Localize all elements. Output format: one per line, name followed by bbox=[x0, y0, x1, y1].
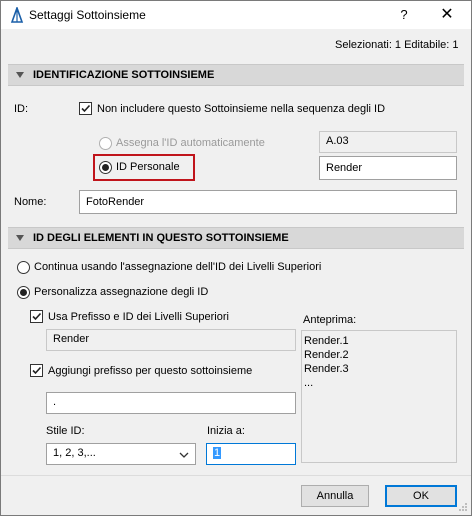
continue-parent-id-radio[interactable] bbox=[17, 261, 30, 274]
preview-line: Render.2 bbox=[304, 349, 349, 361]
preview-line: Render.3 bbox=[304, 363, 349, 375]
name-input[interactable]: FotoRender bbox=[79, 190, 457, 214]
collapse-triangle-icon bbox=[16, 72, 24, 78]
checkmark-icon bbox=[32, 366, 42, 375]
auto-id-label: Assegna l'ID automaticamente bbox=[116, 137, 265, 149]
window-title: Settaggi Sottoinsieme bbox=[29, 8, 146, 22]
collapse-triangle-icon bbox=[16, 235, 24, 241]
start-at-input[interactable]: 1 bbox=[206, 443, 296, 465]
auto-id-field: A.03 bbox=[319, 131, 457, 153]
section-title: IDENTIFICAZIONE SOTTOINSIEME bbox=[33, 69, 215, 81]
exclude-id-checkbox[interactable] bbox=[79, 102, 92, 115]
ok-button[interactable]: OK bbox=[385, 485, 457, 507]
id-style-value: 1, 2, 3,... bbox=[53, 447, 96, 459]
checkmark-icon bbox=[81, 104, 91, 113]
customize-id-label: Personalizza assegnazione degli ID bbox=[34, 286, 209, 298]
selection-info: Selezionati: 1 Editabile: 1 bbox=[335, 39, 459, 51]
auto-id-radio[interactable] bbox=[99, 137, 112, 150]
title-bar: Settaggi Sottoinsieme ? ✕ bbox=[1, 1, 471, 29]
custom-id-input[interactable]: Render bbox=[319, 156, 457, 180]
prefix-input[interactable]: . bbox=[46, 392, 296, 414]
parent-prefix-field: Render bbox=[46, 329, 296, 351]
section-header-element-ids[interactable]: ID DEGLI ELEMENTI IN QUESTO SOTTOINSIEME bbox=[8, 227, 464, 249]
footer-divider bbox=[1, 475, 471, 476]
continue-parent-id-label: Continua usando l'assegnazione dell'ID d… bbox=[34, 261, 322, 273]
cancel-button[interactable]: Annulla bbox=[301, 485, 369, 507]
customize-id-radio[interactable] bbox=[17, 286, 30, 299]
section-header-identification[interactable]: IDENTIFICAZIONE SOTTOINSIEME bbox=[8, 64, 464, 86]
section-title: ID DEGLI ELEMENTI IN QUESTO SOTTOINSIEME bbox=[33, 232, 289, 244]
archicad-icon bbox=[10, 7, 24, 23]
id-label: ID: bbox=[14, 103, 29, 115]
help-button[interactable]: ? bbox=[385, 1, 423, 29]
checkmark-icon bbox=[32, 312, 42, 321]
start-at-label: Inizia a: bbox=[207, 425, 245, 437]
dialog-window: Settaggi Sottoinsieme ? ✕ Selezionati: 1… bbox=[0, 0, 472, 516]
name-label: Nome: bbox=[14, 196, 47, 208]
exclude-id-label: Non includere questo Sottoinsieme nella … bbox=[97, 103, 386, 115]
chevron-down-icon bbox=[179, 452, 189, 458]
use-prefix-label: Usa Prefisso e ID dei Livelli Superiori bbox=[48, 311, 229, 323]
add-prefix-checkbox[interactable] bbox=[30, 364, 43, 377]
custom-id-label: ID Personale bbox=[116, 161, 180, 173]
add-prefix-label: Aggiungi prefisso per questo sottoinsiem… bbox=[48, 365, 253, 377]
id-style-select[interactable]: 1, 2, 3,... bbox=[46, 443, 196, 465]
preview-label: Anteprima: bbox=[303, 314, 357, 326]
custom-id-radio[interactable] bbox=[99, 161, 112, 174]
close-button[interactable]: ✕ bbox=[425, 1, 469, 29]
preview-line: ... bbox=[304, 377, 314, 389]
use-prefix-checkbox[interactable] bbox=[30, 310, 43, 323]
start-at-value: 1 bbox=[213, 447, 222, 459]
resize-grip-icon[interactable] bbox=[458, 502, 468, 512]
preview-line: Render.1 bbox=[304, 335, 349, 347]
id-style-label: Stile ID: bbox=[46, 425, 85, 437]
preview-box: Render.1 Render.2 Render.3 ... bbox=[301, 330, 457, 463]
